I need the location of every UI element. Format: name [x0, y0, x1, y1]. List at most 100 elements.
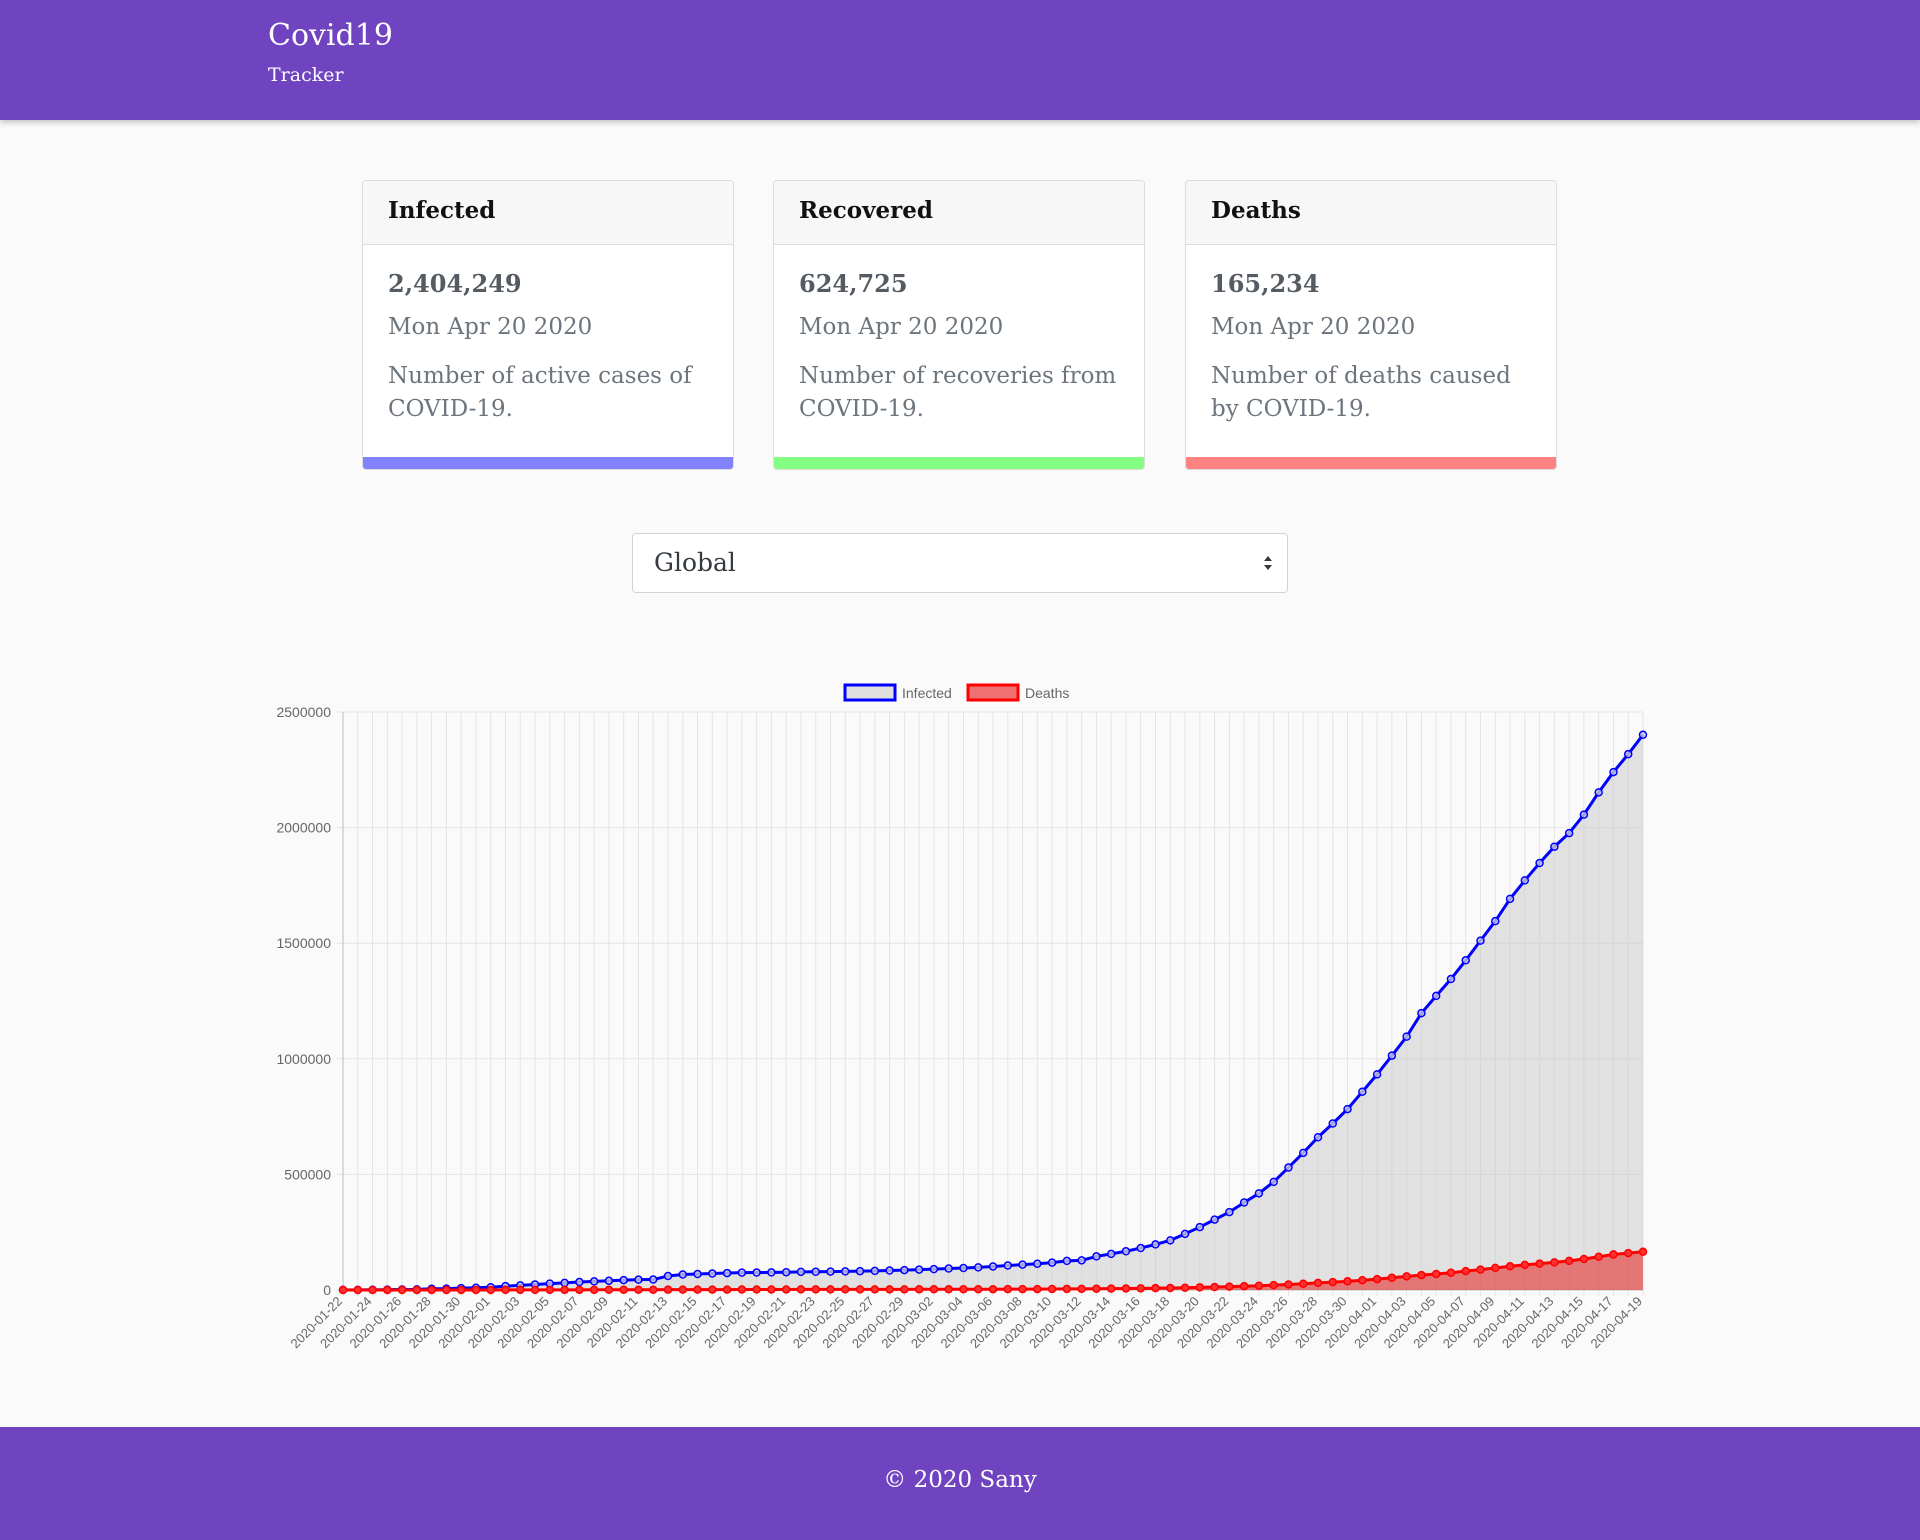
deaths-point[interactable] [767, 1285, 776, 1294]
infected-point[interactable] [1623, 749, 1633, 759]
infected-point[interactable] [885, 1266, 894, 1275]
infected-point[interactable] [855, 1266, 865, 1276]
infected-point[interactable] [1358, 1087, 1367, 1096]
infected-point[interactable] [929, 1264, 939, 1274]
infected-point[interactable] [1062, 1256, 1072, 1266]
deaths-point[interactable] [1003, 1284, 1013, 1294]
deaths-point[interactable] [1121, 1284, 1131, 1293]
deaths-point[interactable] [796, 1285, 806, 1294]
app-title[interactable]: Covid19 [268, 18, 393, 53]
infected-point[interactable] [693, 1269, 702, 1279]
deaths-point[interactable] [973, 1284, 983, 1294]
infected-point[interactable] [1505, 894, 1515, 904]
deaths-point[interactable] [1446, 1268, 1456, 1278]
deaths-point[interactable] [501, 1285, 510, 1295]
deaths-point[interactable] [1180, 1283, 1190, 1292]
legend-label-deaths[interactable]: Deaths [1025, 685, 1069, 701]
deaths-point[interactable] [1564, 1256, 1574, 1266]
deaths-point[interactable] [1298, 1279, 1308, 1288]
infected-point[interactable] [959, 1263, 968, 1273]
infected-point[interactable] [1343, 1104, 1352, 1114]
deaths-point[interactable] [1417, 1270, 1426, 1280]
deaths-point[interactable] [530, 1285, 540, 1295]
infected-point[interactable] [781, 1267, 791, 1277]
infected-point[interactable] [634, 1275, 643, 1284]
infected-point[interactable] [1166, 1236, 1175, 1245]
infected-point[interactable] [811, 1267, 820, 1276]
deaths-point[interactable] [1505, 1262, 1515, 1271]
deaths-point[interactable] [781, 1285, 791, 1294]
deaths-point[interactable] [914, 1285, 924, 1294]
deaths-point[interactable] [442, 1285, 451, 1295]
infected-point[interactable] [589, 1277, 599, 1286]
infected-point[interactable] [1047, 1258, 1057, 1267]
infected-point[interactable] [1446, 974, 1456, 984]
legend-swatch-infected[interactable] [843, 683, 897, 702]
infected-point[interactable] [1491, 916, 1500, 926]
deaths-point[interactable] [383, 1285, 392, 1295]
infected-point[interactable] [1402, 1032, 1411, 1041]
deaths-point[interactable] [619, 1285, 628, 1295]
infected-point[interactable] [767, 1268, 776, 1277]
deaths-point[interactable] [841, 1285, 850, 1294]
infected-point[interactable] [1417, 1008, 1426, 1018]
deaths-point[interactable] [1343, 1277, 1352, 1286]
deaths-point[interactable] [1623, 1248, 1633, 1258]
infected-point[interactable] [1431, 991, 1441, 1001]
deaths-point[interactable] [1092, 1284, 1101, 1294]
deaths-point[interactable] [412, 1285, 422, 1295]
infected-point[interactable] [1210, 1215, 1219, 1224]
deaths-point[interactable] [1609, 1250, 1618, 1259]
deaths-point[interactable] [1195, 1283, 1205, 1292]
deaths-point[interactable] [560, 1285, 569, 1295]
infected-point[interactable] [1328, 1119, 1338, 1128]
infected-point[interactable] [1269, 1177, 1278, 1187]
deaths-point[interactable] [1550, 1258, 1559, 1267]
deaths-point[interactable] [885, 1285, 894, 1294]
deaths-point[interactable] [1461, 1266, 1470, 1276]
deaths-point[interactable] [944, 1285, 953, 1294]
infected-point[interactable] [560, 1278, 569, 1288]
deaths-point[interactable] [663, 1285, 673, 1294]
deaths-point[interactable] [427, 1285, 436, 1295]
infected-point[interactable] [796, 1267, 806, 1277]
infected-point[interactable] [1535, 858, 1544, 868]
deaths-point[interactable] [1151, 1283, 1160, 1293]
infected-point[interactable] [826, 1267, 835, 1276]
deaths-point[interactable] [589, 1285, 599, 1295]
deaths-point[interactable] [826, 1285, 835, 1294]
deaths-point[interactable] [1476, 1265, 1485, 1274]
infected-point[interactable] [1033, 1259, 1042, 1268]
infected-point[interactable] [988, 1262, 998, 1271]
infected-point[interactable] [1225, 1207, 1234, 1217]
deaths-point[interactable] [1033, 1284, 1042, 1294]
infected-point[interactable] [1387, 1051, 1397, 1060]
deaths-point[interactable] [486, 1285, 495, 1295]
deaths-point[interactable] [1225, 1282, 1234, 1291]
infected-point[interactable] [973, 1263, 983, 1272]
infected-point[interactable] [678, 1270, 688, 1279]
infected-point[interactable] [708, 1269, 717, 1278]
deaths-point[interactable] [1520, 1260, 1530, 1270]
infected-point[interactable] [1254, 1189, 1264, 1198]
deaths-point[interactable] [708, 1285, 717, 1294]
infected-point[interactable] [1092, 1252, 1101, 1261]
infected-point[interactable] [944, 1264, 953, 1273]
legend-swatch-deaths[interactable] [966, 683, 1020, 702]
deaths-point[interactable] [545, 1285, 555, 1295]
infected-point[interactable] [1313, 1132, 1323, 1142]
deaths-point[interactable] [1254, 1281, 1264, 1290]
infected-point[interactable] [1564, 828, 1574, 838]
deaths-point[interactable] [855, 1285, 865, 1294]
deaths-point[interactable] [648, 1285, 658, 1294]
deaths-point[interactable] [722, 1285, 732, 1294]
deaths-point[interactable] [575, 1285, 584, 1295]
deaths-point[interactable] [1077, 1284, 1086, 1294]
infected-point[interactable] [1638, 730, 1648, 740]
infected-point[interactable] [841, 1267, 850, 1276]
deaths-point[interactable] [693, 1285, 702, 1294]
country-select[interactable]: Global [632, 533, 1288, 593]
deaths-point[interactable] [1210, 1282, 1219, 1292]
infected-point[interactable] [1121, 1247, 1131, 1256]
deaths-point[interactable] [1594, 1252, 1603, 1262]
